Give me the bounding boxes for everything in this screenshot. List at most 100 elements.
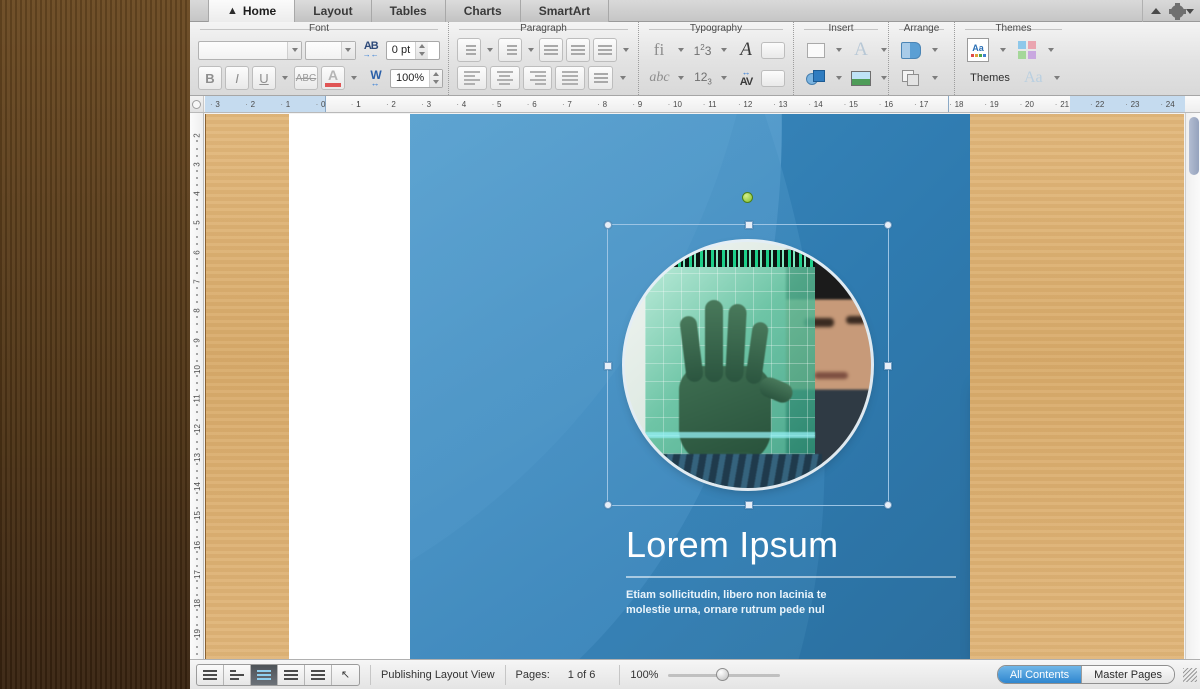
character-scale-icon[interactable]: W↔ xyxy=(363,66,387,90)
bold-button[interactable]: B xyxy=(198,66,222,90)
resize-handle-middle-left[interactable] xyxy=(604,362,612,370)
theme-fonts-icon[interactable]: Aa xyxy=(1020,66,1047,90)
font-name-combo[interactable] xyxy=(198,41,302,60)
character-scale-stepper[interactable]: 100% xyxy=(390,69,443,88)
ribbon-settings[interactable] xyxy=(1171,5,1194,18)
resize-handle-top-center[interactable] xyxy=(745,221,753,229)
text-wrap-icon[interactable] xyxy=(897,35,925,65)
resize-handle-bottom-left[interactable] xyxy=(604,501,612,509)
theme-fonts-dropdown[interactable] xyxy=(1050,66,1064,90)
themes-dropdown[interactable] xyxy=(996,38,1010,62)
ligature-fi-icon[interactable]: fi xyxy=(647,38,671,62)
font-color-dropdown[interactable] xyxy=(348,66,360,90)
line-spacing-icon[interactable] xyxy=(588,66,613,90)
tab-charts[interactable]: Charts xyxy=(446,0,521,22)
gear-icon[interactable] xyxy=(1171,5,1184,18)
numbered-list-icon[interactable] xyxy=(498,38,522,62)
view-button-print-layout-view[interactable] xyxy=(278,665,305,685)
segment-all-contents[interactable]: All Contents xyxy=(998,666,1082,683)
theme-colors-dropdown[interactable] xyxy=(1044,38,1058,62)
theme-colors-icon[interactable] xyxy=(1013,35,1041,65)
selected-picture[interactable] xyxy=(625,242,871,488)
vertical-ruler[interactable]: 2345678910111213141516171819 xyxy=(190,113,204,659)
ruler-corner-button[interactable] xyxy=(190,96,204,113)
numbered-list-dropdown[interactable] xyxy=(525,38,536,62)
reorder-objects-icon[interactable] xyxy=(897,63,925,93)
sort-icon[interactable] xyxy=(593,38,617,62)
align-center-icon[interactable] xyxy=(490,66,520,90)
abc-smallcaps-icon[interactable]: abc xyxy=(647,66,672,90)
zoom-slider[interactable] xyxy=(668,668,780,682)
themes-icon[interactable]: Aa xyxy=(963,35,993,65)
number-spacing-123-icon[interactable]: 123 xyxy=(691,66,715,90)
number-style-123-icon[interactable]: 123 xyxy=(690,38,714,62)
number-spacing-dropdown[interactable] xyxy=(718,66,731,90)
wordart-icon[interactable]: A xyxy=(847,35,875,65)
bulleted-list-dropdown[interactable] xyxy=(484,38,495,62)
kerning-av-icon[interactable]: ↔AV xyxy=(734,66,758,90)
strikethrough-button[interactable]: ABC xyxy=(294,66,318,90)
sort-dropdown[interactable] xyxy=(620,38,631,62)
justify-icon[interactable] xyxy=(555,66,585,90)
picture-icon[interactable] xyxy=(847,63,875,93)
tab-tables[interactable]: Tables xyxy=(372,0,446,22)
text-wrap-dropdown[interactable] xyxy=(928,38,942,62)
font-size-combo[interactable] xyxy=(305,41,355,60)
document-canvas[interactable]: Lorem Ipsum Etiam sollicitudin, libero n… xyxy=(205,114,1184,659)
resize-handle-top-right[interactable] xyxy=(884,221,892,229)
increase-indent-icon[interactable] xyxy=(566,38,590,62)
ligature-dropdown[interactable] xyxy=(674,38,687,62)
stylistic-a-icon[interactable]: A xyxy=(734,38,758,62)
rotation-handle[interactable] xyxy=(742,192,753,203)
font-name-dropdown[interactable] xyxy=(287,42,301,59)
line-spacing-dropdown[interactable] xyxy=(616,66,630,90)
spinner-arrows[interactable] xyxy=(415,42,428,59)
shape-icon[interactable] xyxy=(802,63,830,93)
bulleted-list-icon[interactable] xyxy=(457,38,481,62)
reorder-dropdown[interactable] xyxy=(928,66,942,90)
vertical-scrollbar[interactable] xyxy=(1185,113,1200,659)
align-right-icon[interactable] xyxy=(523,66,553,90)
spinner-arrows[interactable] xyxy=(429,70,442,87)
stylistic-sets-toggle[interactable] xyxy=(761,42,785,59)
ab-spacing-icon[interactable]: AB→← xyxy=(359,38,383,62)
tab-layout[interactable]: Layout xyxy=(295,0,371,22)
vertical-scrollbar-thumb[interactable] xyxy=(1189,117,1199,175)
view-button-notebook-layout-view[interactable] xyxy=(305,665,332,685)
resize-handle-middle-right[interactable] xyxy=(884,362,892,370)
horizontal-ruler[interactable]: 3210112345678910111213141516171819202122… xyxy=(190,96,1200,113)
underline-button[interactable]: U xyxy=(252,66,276,90)
tab-smartart[interactable]: SmartArt xyxy=(521,0,609,22)
resize-handle-top-left[interactable] xyxy=(604,221,612,229)
resize-grip-icon[interactable] xyxy=(1183,668,1197,682)
tab-home[interactable]: ▲ Home xyxy=(208,0,295,22)
view-button-publishing-layout-view[interactable] xyxy=(251,665,278,685)
shape-dropdown[interactable] xyxy=(833,66,844,90)
kerning-toggle[interactable] xyxy=(761,70,785,87)
font-size-dropdown[interactable] xyxy=(341,42,355,59)
view-button-outline-view[interactable] xyxy=(224,665,251,685)
view-button-draft-view[interactable] xyxy=(197,665,224,685)
chevron-down-icon[interactable] xyxy=(1186,9,1194,14)
zoom-slider-knob[interactable] xyxy=(716,668,729,681)
number-style-dropdown[interactable] xyxy=(718,38,731,62)
font-color-icon[interactable]: A xyxy=(321,66,345,90)
document-body-text[interactable]: Etiam sollicitudin, libero non lacinia t… xyxy=(626,588,966,618)
page-content[interactable]: Lorem Ipsum Etiam sollicitudin, libero n… xyxy=(410,114,970,659)
text-box-dropdown[interactable] xyxy=(833,38,844,62)
decrease-indent-icon[interactable] xyxy=(539,38,563,62)
themes-label[interactable]: Themes xyxy=(963,66,1017,90)
smallcaps-dropdown[interactable] xyxy=(675,66,688,90)
document-title[interactable]: Lorem Ipsum xyxy=(626,524,838,566)
segment-master-pages[interactable]: Master Pages xyxy=(1082,666,1174,683)
chevron-up-icon[interactable] xyxy=(1151,8,1161,14)
view-button-full-screen-view[interactable]: ↖ xyxy=(332,665,359,685)
align-left-icon[interactable] xyxy=(457,66,487,90)
page-sheet[interactable]: Lorem Ipsum Etiam sollicitudin, libero n… xyxy=(289,114,969,659)
resize-handle-bottom-right[interactable] xyxy=(884,501,892,509)
character-spacing-stepper[interactable]: 0 pt xyxy=(386,41,440,60)
resize-handle-bottom-center[interactable] xyxy=(745,501,753,509)
underline-dropdown[interactable] xyxy=(279,66,291,90)
text-box-icon[interactable] xyxy=(802,35,830,65)
italic-button[interactable]: I xyxy=(225,66,249,90)
